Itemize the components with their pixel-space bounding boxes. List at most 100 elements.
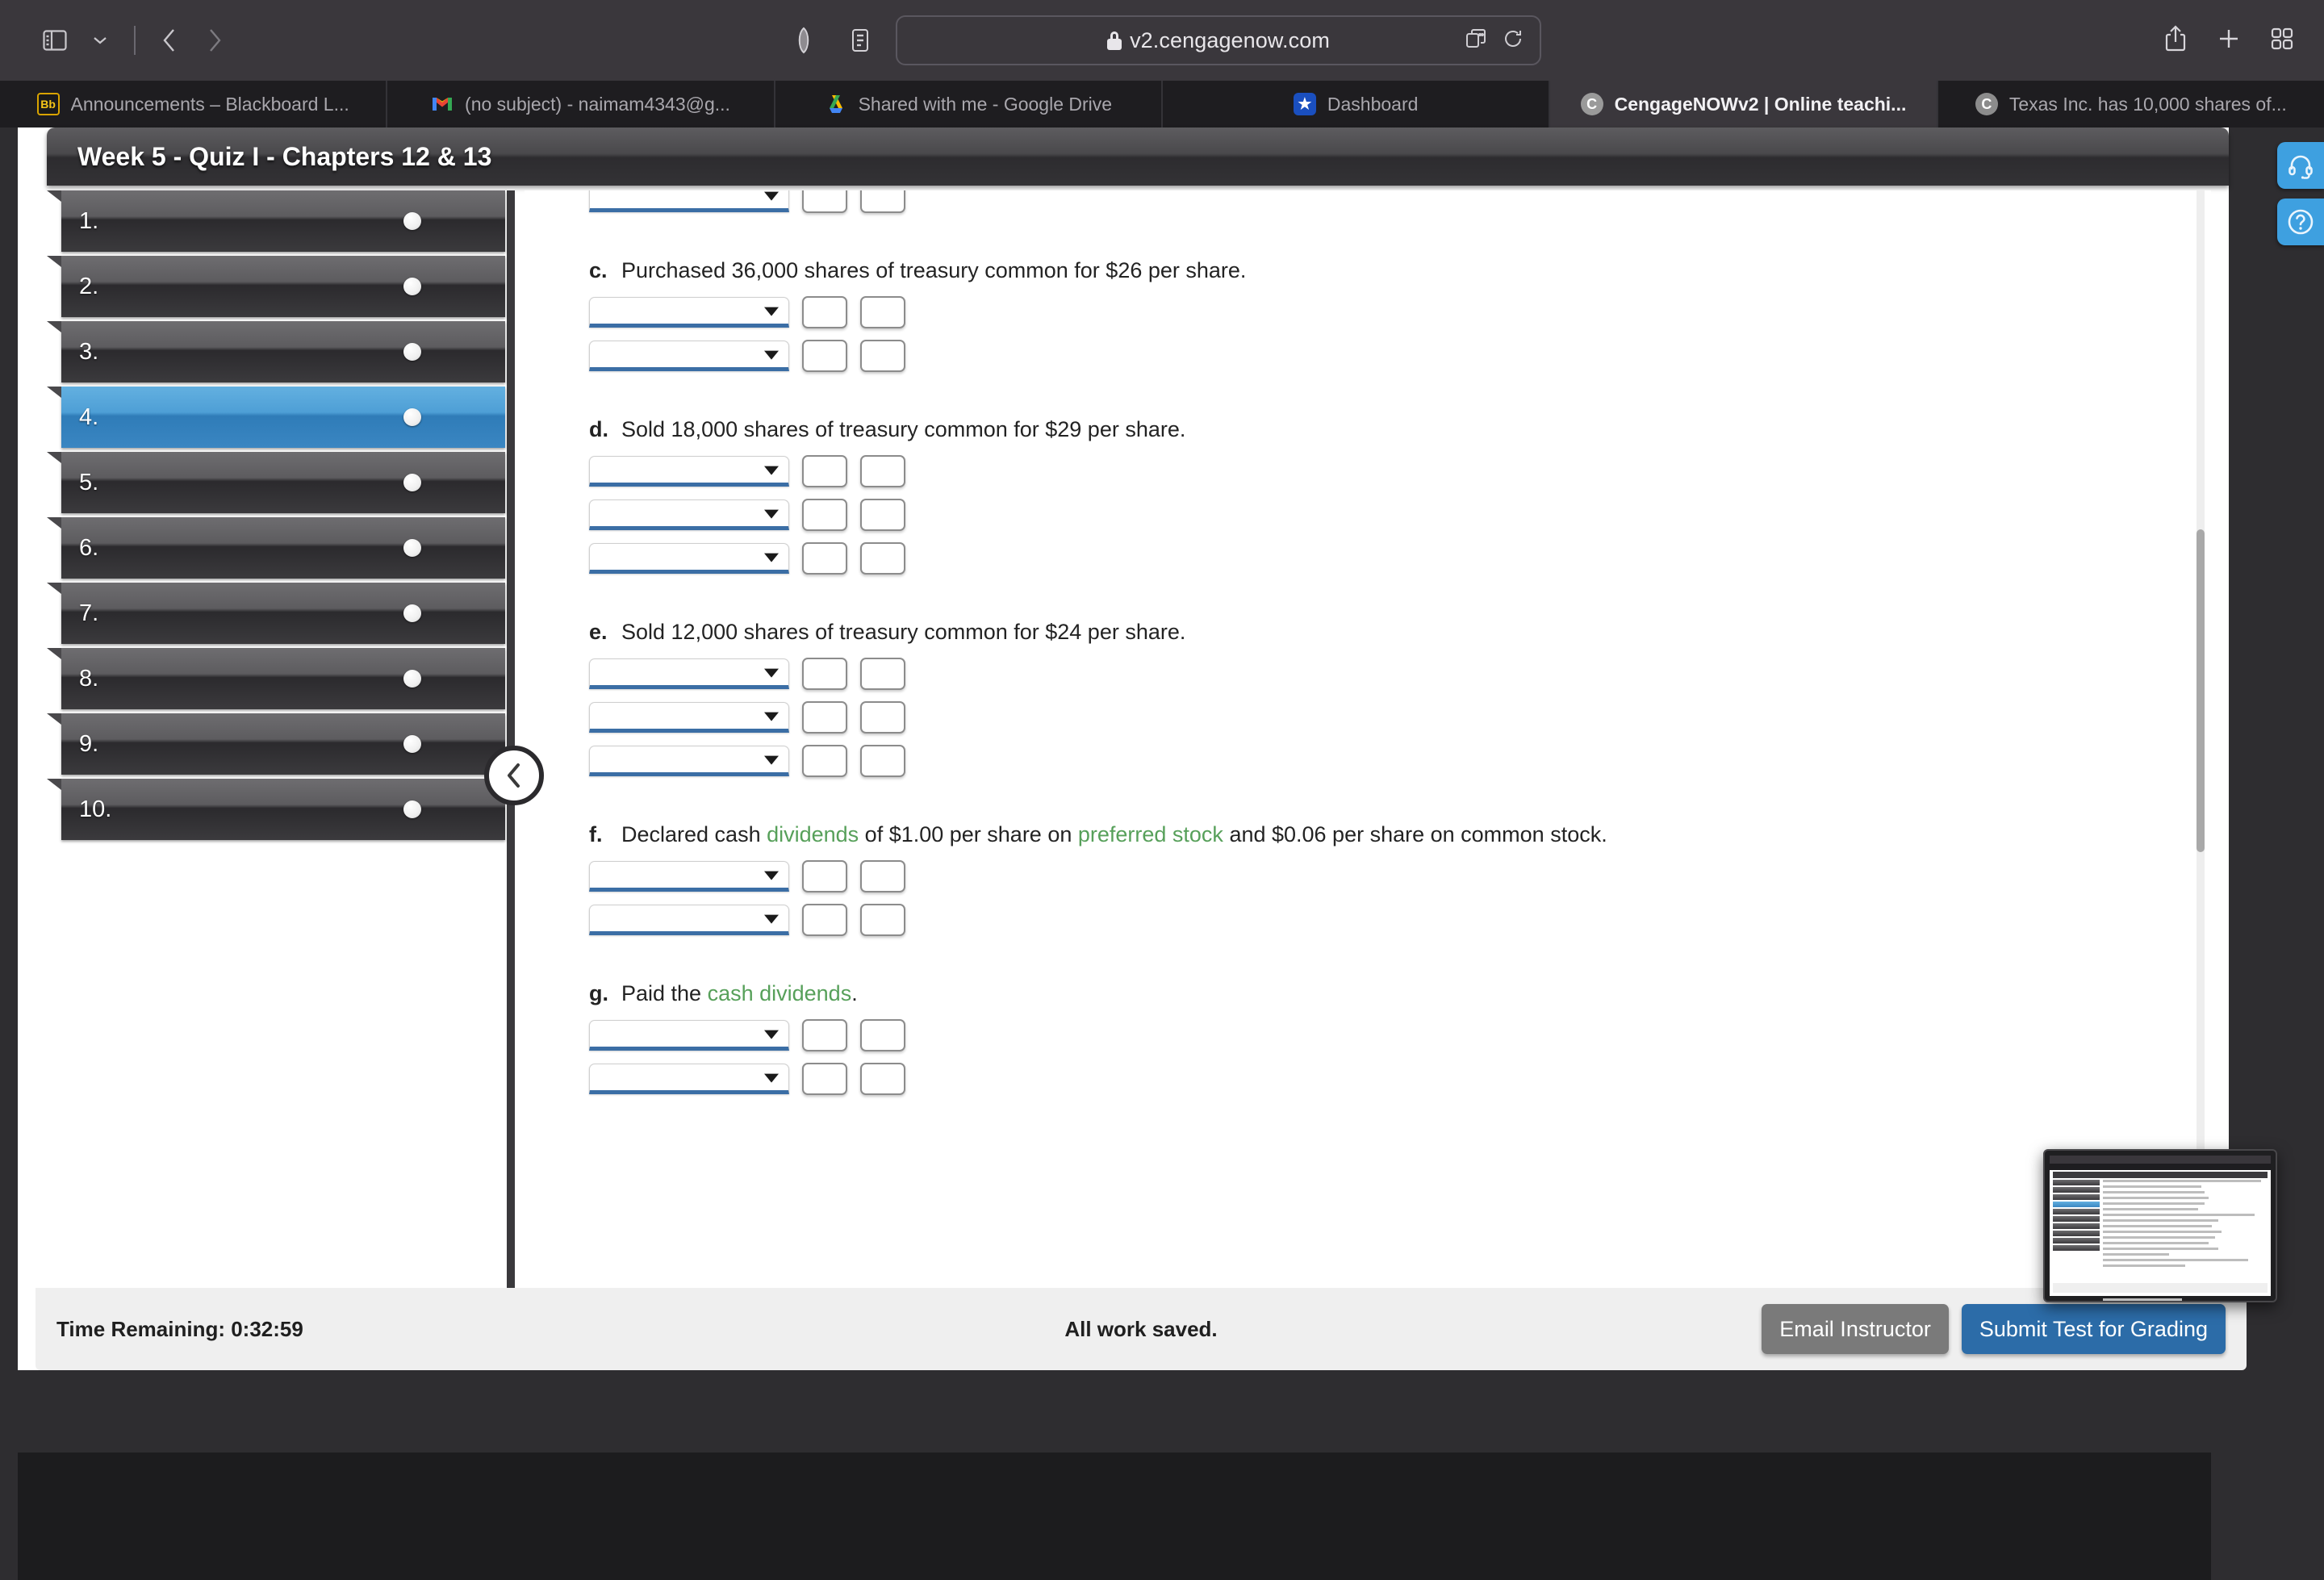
question-text-segment: Sold 12,000 shares of treasury common fo… bbox=[621, 620, 1186, 645]
debit-input[interactable] bbox=[802, 542, 847, 575]
account-select[interactable] bbox=[589, 543, 789, 575]
debit-input[interactable] bbox=[802, 190, 847, 213]
question-statement-f: Declared cash dividends of $1.00 per sha… bbox=[621, 821, 1607, 849]
browser-tab-1[interactable]: (no subject) - naimam4343@g... bbox=[387, 81, 775, 127]
glossary-link[interactable]: preferred stock bbox=[1078, 822, 1223, 846]
question-text-g: g. Paid the cash dividends. bbox=[589, 980, 2211, 1008]
debit-input[interactable] bbox=[802, 455, 847, 488]
sidebar-item-question-5[interactable]: 5. bbox=[47, 452, 505, 513]
thumbnail-text-line bbox=[2103, 1197, 2209, 1199]
tab-favicon-cengage-icon: C bbox=[1580, 93, 1603, 115]
question-part-e: e. Sold 12,000 shares of treasury common … bbox=[589, 618, 2211, 778]
account-select[interactable] bbox=[589, 499, 789, 531]
tab-group-icon[interactable] bbox=[1465, 28, 1486, 53]
account-select[interactable] bbox=[589, 702, 789, 734]
debit-input[interactable] bbox=[802, 1019, 847, 1052]
account-select[interactable] bbox=[589, 1020, 789, 1051]
browser-tab-3[interactable]: ★ Dashboard bbox=[1163, 81, 1551, 127]
credit-input[interactable] bbox=[860, 340, 905, 373]
help-button[interactable] bbox=[2277, 199, 2324, 245]
credit-input[interactable] bbox=[860, 542, 905, 575]
debit-input[interactable] bbox=[802, 1063, 847, 1096]
tab-favicon-dashboard-icon: ★ bbox=[1293, 93, 1316, 115]
status-dot-icon bbox=[403, 408, 421, 426]
sidebar-item-question-7[interactable]: 7. bbox=[47, 583, 505, 644]
email-instructor-button[interactable]: Email Instructor bbox=[1762, 1304, 1949, 1354]
browser-tab-2[interactable]: Shared with me - Google Drive bbox=[775, 81, 1163, 127]
account-select[interactable] bbox=[589, 905, 789, 936]
debit-input[interactable] bbox=[802, 701, 847, 734]
sidebar-item-question-9[interactable]: 9. bbox=[47, 713, 505, 775]
credit-input[interactable] bbox=[860, 701, 905, 734]
debit-input[interactable] bbox=[802, 499, 847, 532]
credit-input[interactable] bbox=[860, 190, 905, 213]
support-headset-button[interactable] bbox=[2277, 142, 2324, 189]
debit-input[interactable] bbox=[802, 340, 847, 373]
journal-entry-row bbox=[589, 701, 2211, 734]
credit-input[interactable] bbox=[860, 296, 905, 329]
browser-tab-5[interactable]: C Texas Inc. has 10,000 shares of... bbox=[1938, 81, 2324, 127]
url-text: v2.cengagenow.com bbox=[1130, 27, 1330, 52]
sidebar-toggle-icon[interactable] bbox=[32, 18, 77, 63]
sidebar-item-question-1[interactable]: 1. bbox=[47, 190, 505, 252]
question-text-d: d. Sold 18,000 shares of treasury common … bbox=[589, 416, 2211, 444]
debit-input[interactable] bbox=[802, 860, 847, 893]
journal-entry-row bbox=[589, 860, 2211, 893]
submit-test-button[interactable]: Submit Test for Grading bbox=[1961, 1304, 2226, 1354]
account-select[interactable] bbox=[589, 456, 789, 487]
address-bar[interactable]: v2.cengagenow.com bbox=[896, 15, 1541, 65]
browser-tab-0[interactable]: Bb Announcements – Blackboard L... bbox=[0, 81, 388, 127]
privacy-shield-icon[interactable] bbox=[783, 19, 825, 61]
sidebar-item-question-3[interactable]: 3. bbox=[47, 321, 505, 382]
tab-label: Shared with me - Google Drive bbox=[858, 93, 1113, 115]
question-label-d: d. bbox=[589, 417, 608, 442]
sidebar-item-number: 1. bbox=[79, 207, 99, 234]
sidebar-item-question-10[interactable]: 10. bbox=[47, 779, 505, 840]
account-select[interactable] bbox=[589, 658, 789, 690]
question-text-c: c. Purchased 36,000 shares of treasury co… bbox=[589, 257, 2211, 285]
sidebar-collapse-button[interactable] bbox=[484, 746, 544, 805]
thumbnail-text-line bbox=[2103, 1185, 2202, 1188]
account-select[interactable] bbox=[589, 190, 789, 212]
reader-view-icon[interactable] bbox=[839, 19, 881, 61]
account-select[interactable] bbox=[589, 861, 789, 892]
sidebar-item-question-6[interactable]: 6. bbox=[47, 517, 505, 579]
account-select[interactable] bbox=[589, 746, 789, 777]
debit-input[interactable] bbox=[802, 658, 847, 691]
credit-input[interactable] bbox=[860, 658, 905, 691]
credit-input[interactable] bbox=[860, 455, 905, 488]
question-text-segment: Sold 18,000 shares of treasury common fo… bbox=[621, 417, 1186, 442]
debit-input[interactable] bbox=[802, 904, 847, 937]
account-select[interactable] bbox=[589, 1064, 789, 1095]
credit-input[interactable] bbox=[860, 860, 905, 893]
reload-icon[interactable] bbox=[1503, 28, 1524, 53]
back-icon[interactable] bbox=[147, 18, 192, 63]
account-select[interactable] bbox=[589, 341, 789, 372]
question-text-e: e. Sold 12,000 shares of treasury common … bbox=[589, 618, 2211, 646]
sidebar-item-question-2[interactable]: 2. bbox=[47, 256, 505, 317]
sidebar-item-question-4[interactable]: 4. bbox=[47, 387, 505, 448]
status-dot-icon bbox=[403, 539, 421, 557]
browser-tab-4[interactable]: C CengageNOWv2 | Online teachi... bbox=[1550, 81, 1938, 127]
tab-overview-icon[interactable] bbox=[2269, 26, 2295, 56]
new-tab-icon[interactable] bbox=[2216, 26, 2242, 56]
question-body: c. Purchased 36,000 shares of treasury co… bbox=[525, 190, 2211, 1096]
share-icon[interactable] bbox=[2163, 24, 2188, 57]
screenshot-thumbnail-preview[interactable] bbox=[2043, 1149, 2277, 1302]
glossary-link[interactable]: dividends bbox=[767, 822, 859, 846]
debit-input[interactable] bbox=[802, 745, 847, 778]
account-select[interactable] bbox=[589, 297, 789, 328]
chevron-left-icon bbox=[508, 763, 520, 788]
chevron-down-icon[interactable] bbox=[77, 18, 123, 63]
forward-icon[interactable] bbox=[192, 18, 237, 63]
credit-input[interactable] bbox=[860, 745, 905, 778]
time-remaining: Time Remaining: 0:32:59 bbox=[56, 1316, 303, 1341]
glossary-link[interactable]: cash dividends bbox=[708, 981, 852, 1005]
credit-input[interactable] bbox=[860, 499, 905, 532]
sidebar-item-question-8[interactable]: 8. bbox=[47, 648, 505, 709]
credit-input[interactable] bbox=[860, 1019, 905, 1052]
debit-input[interactable] bbox=[802, 296, 847, 329]
credit-input[interactable] bbox=[860, 904, 905, 937]
tab-label: CengageNOWv2 | Online teachi... bbox=[1614, 93, 1907, 115]
credit-input[interactable] bbox=[860, 1063, 905, 1096]
